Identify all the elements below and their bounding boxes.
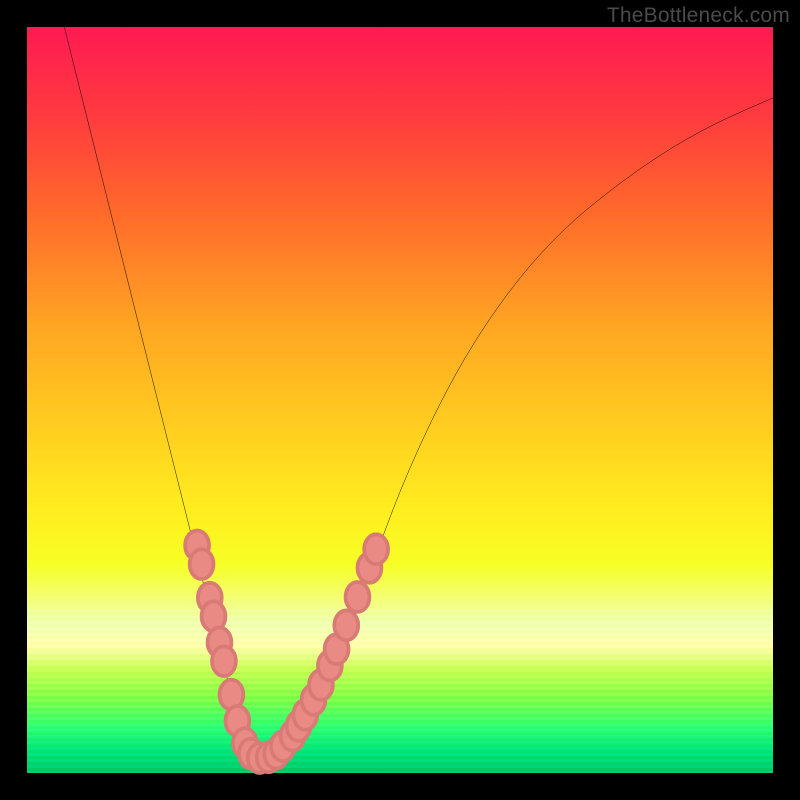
curve-svg bbox=[27, 27, 773, 773]
chart-frame: TheBottleneck.com bbox=[0, 0, 800, 800]
marker-point bbox=[334, 610, 358, 640]
marker-point bbox=[346, 582, 370, 612]
plot-area bbox=[27, 27, 773, 773]
watermark-text: TheBottleneck.com bbox=[607, 4, 790, 28]
marker-point bbox=[190, 549, 214, 579]
main-curve bbox=[64, 27, 773, 757]
data-markers bbox=[185, 531, 388, 773]
marker-point bbox=[364, 534, 388, 564]
marker-point bbox=[212, 646, 236, 676]
